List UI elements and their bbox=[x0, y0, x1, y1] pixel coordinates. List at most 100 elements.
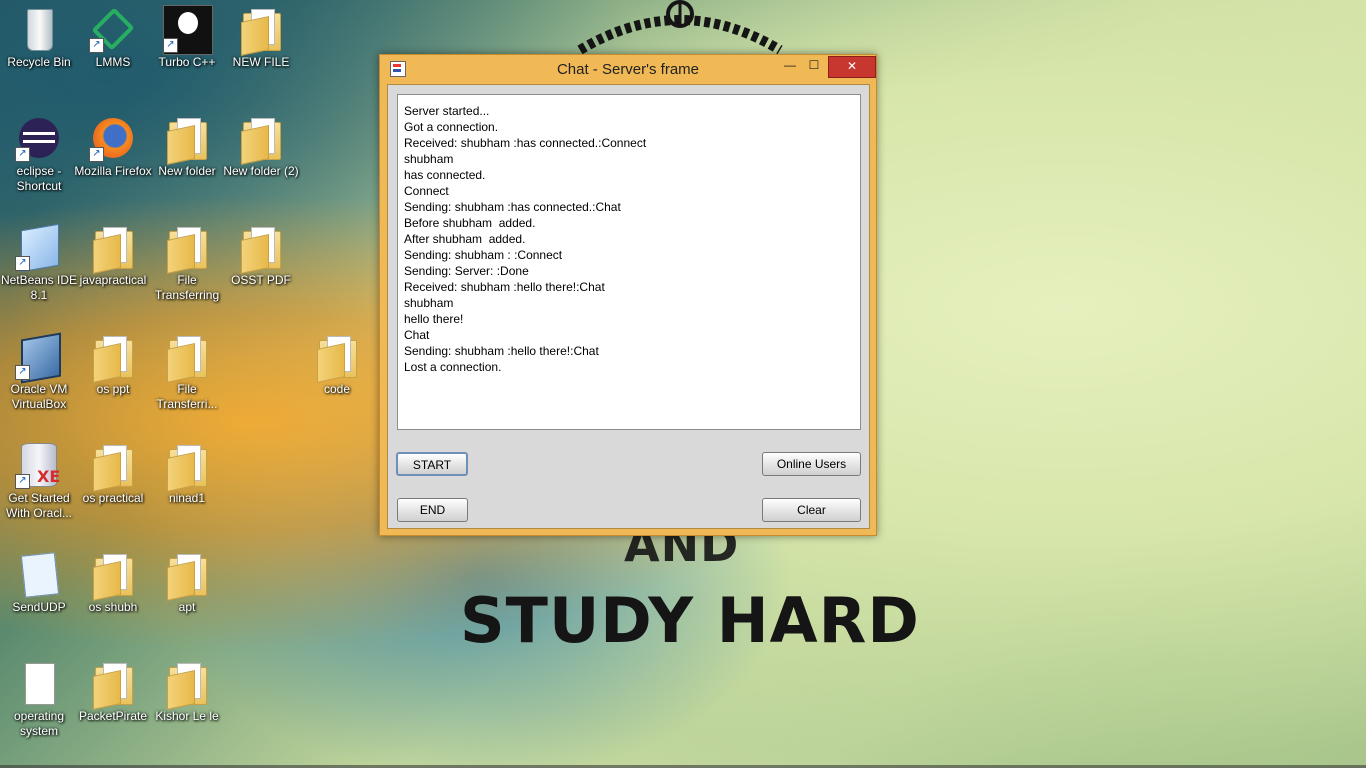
desktop-icon[interactable]: os ppt bbox=[74, 332, 152, 397]
desktop-icon-label: eclipse - Shortcut bbox=[16, 164, 62, 193]
desktop-icon-label: Kishor Le le bbox=[155, 709, 219, 723]
desktop-icon-label: File Transferring bbox=[154, 273, 220, 302]
desktop-icon-label: apt bbox=[178, 600, 196, 614]
desktop-icon[interactable]: apt bbox=[148, 550, 226, 615]
desktop-icon[interactable]: Kishor Le le bbox=[148, 659, 226, 724]
desktop-icon[interactable]: code bbox=[298, 332, 376, 397]
desktop-icon-label: operating system bbox=[13, 709, 65, 738]
folder-icon bbox=[163, 441, 211, 492]
title-bar[interactable]: Chat - Server's frame — ☐ ✕ bbox=[380, 55, 876, 83]
shortcut-arrow-icon: ↗ bbox=[89, 38, 104, 53]
start-button[interactable]: START bbox=[396, 452, 468, 476]
shortcut-arrow-icon: ↗ bbox=[163, 38, 178, 53]
minimize-button[interactable]: — bbox=[778, 56, 802, 76]
folder-icon bbox=[163, 114, 211, 165]
desktop-icon-label: LMMS bbox=[95, 55, 131, 69]
desktop-icon[interactable]: ninad1 bbox=[148, 441, 226, 506]
desktop-icon-label: Recycle Bin bbox=[7, 55, 71, 69]
clear-button[interactable]: Clear bbox=[762, 498, 861, 522]
shortcut-arrow-icon: ↗ bbox=[15, 256, 30, 271]
desktop-icon[interactable]: File Transferring bbox=[148, 223, 226, 303]
folder-icon bbox=[237, 5, 285, 56]
desktop-icon-label: Get Started With Oracl... bbox=[5, 491, 72, 520]
desktop-icon[interactable]: ↗ eclipse - Shortcut bbox=[0, 114, 78, 194]
desktop-icon[interactable]: Recycle Bin bbox=[0, 5, 78, 70]
desktop-icon[interactable]: javapractical bbox=[74, 223, 152, 288]
log-line: Received: shubham :has connected.:Connec… bbox=[404, 136, 647, 150]
desktop-icon-label: Turbo C++ bbox=[158, 55, 216, 69]
shortcut-arrow-icon: ↗ bbox=[15, 147, 30, 162]
lmms-icon: ↗ bbox=[89, 5, 137, 53]
online-users-button[interactable]: Online Users bbox=[762, 452, 861, 476]
firefox-icon: ↗ bbox=[89, 114, 137, 162]
log-line: Chat bbox=[404, 328, 430, 342]
turbo-cpp-icon: ↗ bbox=[163, 5, 213, 55]
text-file-icon bbox=[15, 659, 63, 707]
log-line: Received: shubham :hello there!:Chat bbox=[404, 280, 605, 294]
log-line: has connected. bbox=[404, 168, 486, 182]
desktop-icon[interactable]: PacketPirate bbox=[74, 659, 152, 724]
log-line: Before shubham added. bbox=[404, 216, 536, 230]
desktop-icon[interactable]: XE ↗ Get Started With Oracl... bbox=[0, 441, 78, 521]
desktop-icon-label: New folder (2) bbox=[223, 164, 299, 178]
desktop-icon[interactable]: ↗ Oracle VM VirtualBox bbox=[0, 332, 78, 412]
desktop-icon[interactable]: ↗ Turbo C++ bbox=[148, 5, 226, 70]
desktop-icon-label: os practical bbox=[82, 491, 144, 505]
desktop-icon[interactable]: SendUDP bbox=[0, 550, 78, 615]
maximize-button[interactable]: ☐ bbox=[802, 56, 826, 76]
folder-icon bbox=[163, 223, 211, 274]
desktop-icon-label: NEW FILE bbox=[232, 55, 290, 69]
desktop-icon[interactable]: File Transferri... bbox=[148, 332, 226, 412]
desktop-icon-label: NetBeans IDE 8.1 bbox=[0, 273, 78, 302]
desktop-icon-label: PacketPirate bbox=[78, 709, 148, 723]
folder-icon bbox=[237, 223, 285, 274]
desktop-icon[interactable]: New folder (2) bbox=[222, 114, 300, 179]
chat-log-textarea[interactable]: Server started... Got a connection. Receiv… bbox=[397, 94, 861, 430]
desktop-icon[interactable]: ↗ Mozilla Firefox bbox=[74, 114, 152, 179]
desktop-icon-label: code bbox=[323, 382, 351, 396]
folder-icon bbox=[313, 332, 361, 383]
log-line: After shubham added. bbox=[404, 232, 526, 246]
shortcut-arrow-icon: ↗ bbox=[15, 474, 30, 489]
netbeans-icon: ↗ bbox=[15, 223, 63, 273]
folder-icon bbox=[163, 659, 211, 710]
desktop-icon[interactable]: New folder bbox=[148, 114, 226, 179]
shortcut-arrow-icon: ↗ bbox=[15, 365, 30, 380]
window-client-area: Server started... Got a connection. Receiv… bbox=[387, 84, 870, 529]
desktop-icon[interactable]: os practical bbox=[74, 441, 152, 506]
log-line: Got a connection. bbox=[404, 120, 499, 134]
folder-icon bbox=[163, 550, 211, 601]
desktop-icon-label: New folder bbox=[158, 164, 216, 178]
desktop-icon-label: Oracle VM VirtualBox bbox=[10, 382, 68, 411]
virtualbox-icon: ↗ bbox=[15, 332, 63, 384]
desktop-icon-label: SendUDP bbox=[12, 600, 66, 614]
chat-server-window[interactable]: Chat - Server's frame — ☐ ✕ Server start… bbox=[379, 54, 877, 536]
log-line: shubham bbox=[404, 296, 454, 310]
log-line: Lost a connection. bbox=[404, 360, 502, 374]
desktop-icon-label: Mozilla Firefox bbox=[74, 164, 152, 178]
folder-icon bbox=[89, 223, 137, 274]
folder-icon bbox=[89, 659, 137, 710]
oracle-xe-icon: XE ↗ bbox=[15, 441, 63, 489]
background-text-study-hard: STUDY HARD bbox=[460, 584, 920, 657]
desktop-icon[interactable]: os shubh bbox=[74, 550, 152, 615]
folder-icon bbox=[237, 114, 285, 165]
desktop-icon[interactable]: ↗ NetBeans IDE 8.1 bbox=[0, 223, 78, 303]
desktop-icon[interactable]: operating system bbox=[0, 659, 78, 739]
log-line: Sending: shubham :hello there!:Chat bbox=[404, 344, 599, 358]
log-line: Sending: shubham : :Connect bbox=[404, 248, 563, 262]
shortcut-arrow-icon: ↗ bbox=[89, 147, 104, 162]
log-line: Server started... bbox=[404, 104, 490, 118]
log-line: hello there! bbox=[404, 312, 464, 326]
log-line: shubham bbox=[404, 152, 454, 166]
close-button[interactable]: ✕ bbox=[828, 56, 876, 78]
desktop-icon[interactable]: ↗ LMMS bbox=[74, 5, 152, 70]
desktop-icon[interactable]: OSST PDF bbox=[222, 223, 300, 288]
desktop-icon[interactable]: NEW FILE bbox=[222, 5, 300, 70]
background-ornament bbox=[577, 0, 783, 55]
desktop-icon-label: os shubh bbox=[88, 600, 138, 614]
desktop-icon-label: OSST PDF bbox=[231, 273, 291, 287]
desktop-icon-label: javapractical bbox=[79, 273, 147, 287]
log-line: Sending: shubham :has connected.:Chat bbox=[404, 200, 621, 214]
end-button[interactable]: END bbox=[397, 498, 468, 522]
